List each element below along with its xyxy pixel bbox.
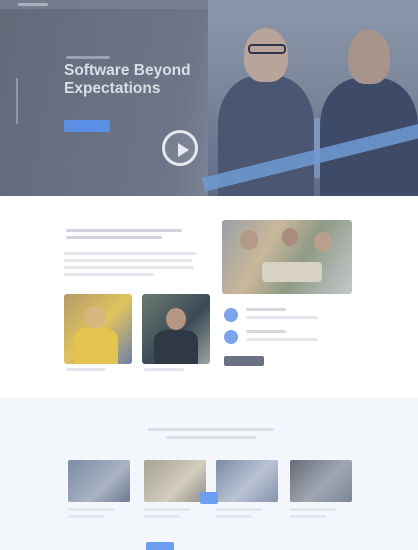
play-icon bbox=[178, 143, 189, 157]
service-text-line bbox=[290, 515, 326, 518]
nav-logo[interactable] bbox=[18, 3, 48, 6]
hero-person-head bbox=[244, 28, 288, 82]
service-card[interactable] bbox=[290, 460, 352, 502]
image-figure bbox=[240, 230, 258, 250]
about-image-office bbox=[222, 220, 352, 294]
hero-person-head bbox=[348, 30, 390, 84]
image-figure bbox=[314, 232, 332, 252]
about-text-line bbox=[64, 252, 196, 255]
service-card[interactable] bbox=[144, 460, 206, 502]
about-title-line bbox=[66, 236, 162, 239]
image-figure bbox=[282, 228, 298, 246]
image-table bbox=[262, 262, 322, 282]
image-figure bbox=[154, 330, 198, 364]
play-video-button[interactable] bbox=[162, 130, 198, 166]
side-social-rail bbox=[16, 78, 18, 124]
hero-person-glasses bbox=[248, 44, 286, 54]
about-text-line bbox=[64, 266, 194, 269]
service-text-line bbox=[68, 515, 104, 518]
service-text-line bbox=[216, 515, 252, 518]
about-image-person bbox=[142, 294, 210, 364]
services-more-button[interactable] bbox=[146, 542, 174, 550]
feature-text-line bbox=[246, 338, 318, 341]
feature-title-line bbox=[246, 330, 286, 333]
service-text-line bbox=[144, 515, 180, 518]
services-title-line bbox=[166, 436, 256, 439]
feature-title-line bbox=[246, 308, 286, 311]
feature-text-line bbox=[246, 316, 318, 319]
image-figure bbox=[74, 328, 118, 364]
about-image-team bbox=[64, 294, 132, 364]
service-title-line bbox=[216, 508, 262, 511]
service-card[interactable] bbox=[68, 460, 130, 502]
about-title-line bbox=[66, 229, 182, 232]
service-title-line bbox=[144, 508, 190, 511]
about-text-line bbox=[64, 273, 154, 276]
hero-section: Software Beyond Expectations bbox=[0, 0, 418, 196]
service-title-line bbox=[68, 508, 114, 511]
feature-icon bbox=[224, 330, 238, 344]
about-more-button[interactable] bbox=[224, 356, 264, 366]
services-title-line bbox=[148, 428, 274, 431]
service-badge bbox=[200, 492, 218, 504]
image-figure bbox=[84, 306, 106, 328]
about-text-line bbox=[64, 259, 192, 262]
service-card[interactable] bbox=[216, 460, 278, 502]
image-caption-line bbox=[144, 368, 184, 371]
services-section bbox=[0, 398, 418, 550]
image-caption-line bbox=[66, 368, 106, 371]
service-title-line bbox=[290, 508, 336, 511]
feature-icon bbox=[224, 308, 238, 322]
hero-eyebrow bbox=[66, 56, 110, 59]
image-figure bbox=[166, 308, 186, 330]
hero-title: Software Beyond Expectations bbox=[64, 62, 191, 97]
hero-cta-button[interactable] bbox=[64, 120, 110, 132]
